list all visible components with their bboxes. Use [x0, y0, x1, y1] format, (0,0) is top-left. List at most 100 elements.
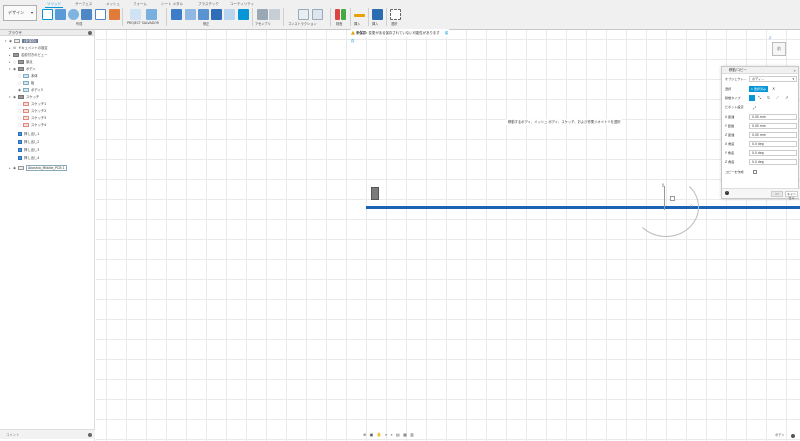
create-copy-checkbox[interactable] — [753, 170, 757, 174]
browser-header[interactable]: ブラウザ — [0, 30, 94, 36]
cancel-button[interactable]: キャンセル — [785, 191, 798, 200]
inspect-group-label[interactable]: 検査 — [336, 21, 342, 26]
joint-icon[interactable] — [269, 9, 280, 20]
move-manipulator-axis[interactable] — [664, 186, 665, 210]
project-insert-icon[interactable] — [130, 9, 141, 20]
tree-item-extrude[interactable]: 押し出し3 — [18, 147, 39, 154]
tree-root[interactable]: ▾ ◉ (未保存) — [5, 38, 39, 45]
right-arrow-icon[interactable]: ◇ — [690, 203, 693, 208]
tree-item-bodies[interactable]: ▾ ◉ ボディ — [9, 66, 36, 73]
tree-item-body[interactable]: ◌ 板 — [18, 80, 34, 87]
new-component-icon[interactable] — [257, 9, 268, 20]
dialog-header[interactable]: 移動/コピー » — [722, 67, 798, 74]
tree-item-sketch[interactable]: ◌ スケッチ1 — [18, 101, 46, 108]
fillet-icon[interactable] — [185, 9, 196, 20]
selection-button[interactable]: 1 選択済み — [749, 86, 768, 92]
interference-icon[interactable] — [341, 9, 346, 20]
z-angle-input[interactable]: 0.0 deg — [749, 159, 797, 165]
tree-item-sketch[interactable]: ◌ スケッチ3 — [18, 115, 46, 122]
chamfer-icon[interactable] — [198, 9, 209, 20]
display-settings-icon[interactable]: ▤ — [396, 432, 400, 437]
tab-mesh[interactable]: メッシュ — [106, 2, 120, 7]
project-salvador-label[interactable]: PROJECT SALVADOR — [127, 21, 159, 25]
tree-item-sketches[interactable]: ▾ ◉ スケッチ — [9, 94, 39, 101]
tab-surface[interactable]: サーフェス — [75, 2, 92, 7]
translate-icon[interactable]: ⤡ — [758, 95, 761, 101]
revolve-icon[interactable] — [68, 9, 79, 20]
info-icon[interactable]: i — [725, 191, 729, 195]
axis-icon[interactable] — [312, 9, 323, 20]
zoom-window-icon[interactable]: ⌕ — [391, 432, 393, 437]
point-to-position-icon[interactable]: ↗ — [785, 95, 788, 101]
tab-form[interactable]: フォーム — [133, 2, 147, 7]
add-comment-icon[interactable] — [88, 433, 92, 437]
ok-button[interactable]: OK — [771, 191, 783, 197]
select-icon[interactable] — [390, 9, 401, 20]
x-distance-input[interactable]: 0.00 mm — [749, 114, 797, 120]
create-group-label[interactable]: 作成 — [76, 21, 82, 26]
tab-plastic[interactable]: プラスチック — [198, 2, 219, 7]
comments-panel[interactable]: コメント — [0, 429, 95, 439]
move-copy-icon[interactable] — [238, 9, 249, 20]
tree-item-extrude[interactable]: 押し出し4 — [18, 155, 39, 162]
pan-icon[interactable]: ✋ — [377, 432, 382, 437]
tab-sheet-metal[interactable]: シート メタル — [161, 2, 183, 7]
x-angle-input[interactable]: 0.0 deg — [749, 141, 797, 147]
pivot-set-icon[interactable]: ⤢ — [753, 104, 756, 111]
select-group-label[interactable]: 選択 — [391, 21, 397, 26]
y-distance-input[interactable]: 0.00 mm — [749, 123, 797, 129]
tab-utilities[interactable]: ユーティリティ — [230, 2, 254, 7]
construct-group-label[interactable]: コンストラクション — [288, 21, 317, 26]
tree-item-extrude[interactable]: 押し出し2 — [18, 139, 39, 146]
modify-group-label[interactable]: 修正 — [203, 21, 209, 26]
select-insert-label[interactable]: 挿入 — [372, 21, 378, 26]
tab-solid[interactable]: ソリッド — [45, 2, 63, 8]
tree-item-named-views[interactable]: ▸ 名前付きのビュー — [9, 52, 47, 59]
tree-item-extrude[interactable]: 押し出し1 — [18, 131, 39, 138]
project-create-icon[interactable] — [146, 9, 157, 20]
tree-item-doc-settings[interactable]: ▸ ⚙ ドキュメントの設定 — [9, 45, 48, 52]
insert-image-icon[interactable] — [372, 9, 383, 20]
tree-item-body[interactable]: ◌ 本体 — [18, 73, 38, 80]
offset-plane-icon[interactable] — [298, 9, 309, 20]
grid-settings-icon[interactable]: ▦ — [403, 432, 407, 437]
y-angle-input[interactable]: 0.0 deg — [749, 150, 797, 156]
orbit-icon[interactable]: ⊕ — [363, 432, 366, 437]
pattern-icon[interactable] — [95, 9, 106, 20]
look-at-icon[interactable]: ▣ — [370, 432, 374, 437]
rotate-icon[interactable]: ↻ — [767, 95, 770, 101]
viewport-canvas[interactable] — [96, 30, 800, 441]
combine-icon[interactable] — [224, 9, 235, 20]
object-type-select[interactable]: ボディ... ▾ — [749, 76, 797, 82]
hole-icon[interactable] — [81, 9, 92, 20]
coil-icon[interactable] — [109, 9, 120, 20]
up-arrow-icon[interactable]: ⇕ — [661, 183, 665, 189]
assemble-group-label[interactable]: アセンブリ — [255, 21, 271, 26]
tree-item-origin[interactable]: ▸ ◌ 原点 — [9, 59, 33, 66]
pin-icon[interactable] — [88, 31, 92, 35]
z-distance-input[interactable]: 0.00 mm — [749, 132, 797, 138]
tree-item-pcb[interactable]: ▸ ◉ Akashio_Middle_PCB 1 — [9, 165, 67, 172]
selection-filter-icon[interactable] — [791, 434, 795, 438]
clear-selection-icon[interactable]: ✕ — [772, 86, 775, 92]
press-pull-icon[interactable] — [171, 9, 182, 20]
close-icon[interactable]: » — [794, 67, 796, 74]
shell-icon[interactable] — [211, 9, 222, 20]
tree-item-sketch[interactable]: ◌ スケッチ2 — [18, 108, 46, 115]
viewcube[interactable]: 前 — [772, 42, 786, 56]
tree-item-sketch[interactable]: ◌ スケッチ4 — [18, 122, 46, 129]
move-manipulator-handle[interactable] — [670, 196, 675, 201]
free-move-icon[interactable] — [749, 95, 755, 101]
selected-body-edge[interactable] — [366, 206, 800, 209]
insert-derive-icon[interactable] — [354, 14, 365, 17]
workspace-switcher[interactable]: デザイン ▾ — [3, 5, 37, 21]
zoom-icon[interactable]: ⌕ — [385, 432, 387, 437]
body-geometry[interactable] — [371, 187, 379, 200]
insert-group-label[interactable]: 挿入 — [354, 21, 360, 26]
new-sketch-icon[interactable] — [42, 9, 53, 20]
tree-item-body[interactable]: ◉ ボディ3 — [18, 87, 43, 94]
viewports-icon[interactable]: ▥ — [410, 432, 414, 437]
extrude-icon[interactable] — [55, 9, 66, 20]
measure-icon[interactable] — [335, 9, 340, 20]
point-to-point-icon[interactable]: ⟋ — [776, 95, 779, 101]
